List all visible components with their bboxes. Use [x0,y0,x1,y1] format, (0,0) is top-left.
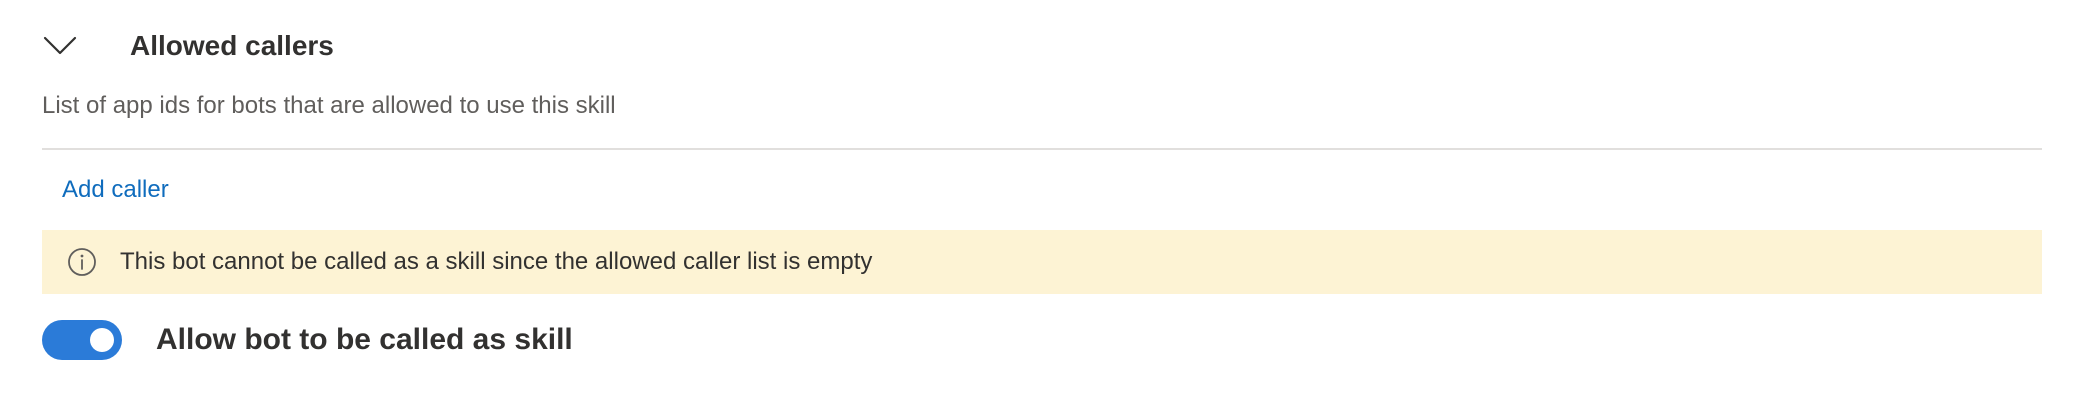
toggle-label: Allow bot to be called as skill [156,323,573,356]
allow-skill-toggle[interactable] [42,320,122,360]
info-icon [66,246,98,278]
add-caller-button[interactable]: Add caller [62,176,169,204]
toggle-row: Allow bot to be called as skill [42,318,573,362]
info-banner-message: This bot cannot be called as a skill sin… [120,248,873,275]
section-description: List of app ids for bots that are allowe… [42,92,616,119]
section-title: Allowed callers [130,30,334,61]
info-banner: This bot cannot be called as a skill sin… [42,230,2042,294]
toggle-knob [90,328,114,352]
allowed-callers-panel: Allowed callers List of app ids for bots… [0,0,2074,402]
chevron-down-icon[interactable] [40,26,80,66]
section-header: Allowed callers [40,18,334,74]
divider [42,148,2042,150]
